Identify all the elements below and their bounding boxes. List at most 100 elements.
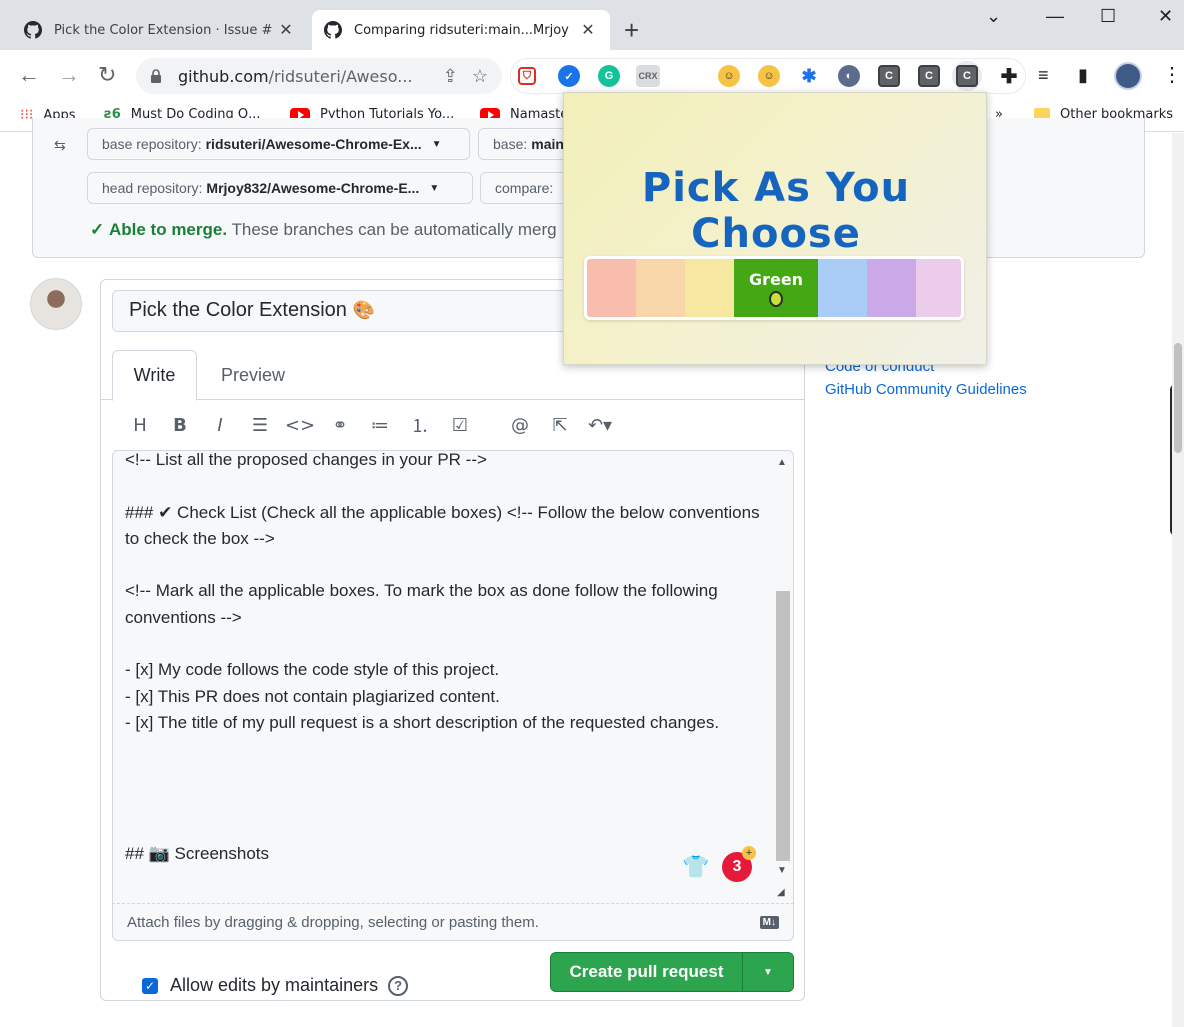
select-value: Mrjoy832/Awesome-Chrome-E...: [206, 180, 420, 196]
bold-icon[interactable]: B: [160, 415, 200, 436]
pr-title-value: Pick the Color Extension: [129, 299, 347, 321]
globe-extension-icon[interactable]: ◐: [838, 65, 860, 87]
community-guidelines-link[interactable]: GitHub Community Guidelines: [825, 378, 1027, 401]
pr-body-textarea[interactable]: <!-- List all the proposed changes in yo…: [112, 450, 794, 904]
color-swatch[interactable]: [916, 259, 961, 317]
page-scroll-thumb[interactable]: [1174, 343, 1182, 453]
profile-avatar[interactable]: [1114, 62, 1142, 90]
plus-badge-icon: +: [742, 846, 756, 860]
help-icon[interactable]: ?: [388, 975, 409, 996]
avatar[interactable]: [30, 278, 82, 330]
italic-icon[interactable]: I: [200, 415, 240, 436]
task-list-icon[interactable]: ☑: [440, 415, 480, 436]
head-repository-select[interactable]: head repository: Mrjoy832/Awesome-Chrome…: [87, 172, 473, 204]
reference-icon[interactable]: ⇱: [540, 415, 580, 436]
maximize-icon[interactable]: ☐: [1100, 6, 1116, 27]
check-extension-icon[interactable]: ✓: [558, 65, 580, 87]
caret-down-icon: ▼: [429, 182, 440, 194]
url-text: github.com/ridsuteri/Aweso...: [178, 67, 443, 86]
link-icon[interactable]: ⚭: [320, 415, 360, 436]
tab-write[interactable]: Write: [112, 350, 197, 401]
attach-text: Attach files by dragging & dropping, sel…: [127, 914, 539, 931]
mention-icon[interactable]: @: [500, 415, 540, 436]
github-icon: [24, 21, 42, 39]
code-icon[interactable]: <>: [280, 415, 320, 436]
new-tab-icon[interactable]: +: [624, 17, 639, 43]
caret-down-icon[interactable]: ▼: [743, 953, 793, 991]
shirt-icon[interactable]: 👕: [682, 854, 709, 880]
address-bar[interactable]: github.com/ridsuteri/Aweso... ⇪ ☆: [136, 58, 502, 94]
crx-extension-icon[interactable]: CRX: [636, 65, 660, 87]
select-label: head repository:: [102, 180, 203, 196]
editor-line: <!-- List all the proposed changes in yo…: [125, 450, 487, 469]
menu-dots-icon[interactable]: ⋮: [1162, 62, 1182, 88]
heading-icon[interactable]: H: [120, 415, 160, 436]
url-path: /ridsuteri/Aweso...: [268, 66, 413, 86]
textarea-scrollbar[interactable]: ▲ ▼ ◢: [773, 451, 793, 904]
reply-icon[interactable]: ↶▾: [580, 415, 620, 436]
markdown-toolbar: H B I ☰ <> ⚭ ≔ ⒈ ☑ @ ⇱ ↶▾: [120, 410, 620, 440]
c-extension-icon-2[interactable]: C: [918, 65, 940, 87]
tab-compare[interactable]: Comparing ridsuteri:main...Mrjoy ✕: [312, 10, 610, 50]
puzzle-extension-icon[interactable]: ✱: [798, 65, 820, 87]
create-pull-request-button[interactable]: Create pull request ▼: [550, 952, 794, 992]
ordered-list-icon[interactable]: ⒈: [400, 412, 440, 438]
color-swatch-selected[interactable]: Green: [734, 259, 818, 317]
unordered-list-icon[interactable]: ≔: [360, 415, 400, 436]
select-value: main: [531, 136, 564, 152]
allow-edits-checkbox[interactable]: ✓: [142, 977, 158, 994]
create-button-label[interactable]: Create pull request: [551, 953, 743, 991]
github-icon: [324, 21, 342, 39]
merge-ok-text: Able to merge.: [108, 220, 228, 239]
color-swatch[interactable]: [818, 259, 867, 317]
color-swatch[interactable]: [587, 259, 636, 317]
window-close-icon[interactable]: ✕: [1158, 6, 1173, 27]
face-extension-icon[interactable]: ☺: [718, 65, 740, 87]
editor-line: ### ✔ Check List (Check all the applicab…: [125, 502, 765, 548]
scroll-thumb[interactable]: [776, 591, 790, 861]
apple-icon: [769, 290, 783, 307]
reload-icon[interactable]: ↻: [98, 62, 116, 88]
c-extension-icon[interactable]: C: [878, 65, 900, 87]
resize-handle-icon[interactable]: ◢: [777, 887, 785, 898]
attach-files-bar[interactable]: Attach files by dragging & dropping, sel…: [112, 903, 794, 941]
tab-strip: Pick the Color Extension · Issue # ✕ Com…: [0, 0, 1184, 50]
base-repository-select[interactable]: base repository: ridsuteri/Awesome-Chrom…: [87, 128, 470, 160]
color-swatch[interactable]: [867, 259, 916, 317]
editor-line: <!-- Mark all the applicable boxes. To m…: [125, 581, 723, 627]
back-arrow-icon[interactable]: ←: [18, 62, 40, 88]
caret-down-icon: ▼: [431, 138, 442, 150]
tab-search-icon[interactable]: ⌄: [986, 6, 1001, 27]
close-icon[interactable]: ✕: [276, 20, 296, 40]
tab-label: Comparing ridsuteri:main...Mrjoy: [354, 22, 569, 38]
side-panel-icon[interactable]: ▮: [1078, 62, 1088, 88]
palette-emoji-icon: 🎨: [352, 300, 375, 320]
minimize-icon[interactable]: —: [1046, 6, 1064, 27]
markdown-icon[interactable]: M↓: [759, 916, 779, 929]
allow-edits-label: Allow edits by maintainers: [170, 975, 379, 995]
color-swatch[interactable]: [636, 259, 685, 317]
page-scrollbar[interactable]: [1172, 133, 1184, 1027]
media-queue-icon[interactable]: ≡: [1038, 62, 1049, 88]
shield-extension-icon[interactable]: ⛉: [518, 67, 536, 85]
scroll-down-icon[interactable]: ▼: [777, 865, 787, 876]
select-label: base:: [493, 136, 528, 152]
extensions-puzzle-icon[interactable]: ✚: [998, 65, 1020, 88]
scroll-up-icon[interactable]: ▲: [777, 457, 787, 468]
forward-arrow-icon[interactable]: →: [58, 62, 80, 88]
c-extension-icon-3[interactable]: C: [956, 65, 978, 87]
quote-icon[interactable]: ☰: [240, 415, 280, 436]
color-palette: Green: [584, 256, 964, 320]
tab-preview[interactable]: Preview: [205, 350, 301, 401]
share-icon[interactable]: ⇪: [443, 66, 458, 87]
grammarly-icon[interactable]: G: [598, 65, 620, 87]
close-icon[interactable]: ✕: [578, 20, 598, 40]
merge-status: ✓ Able to merge. These branches can be a…: [90, 220, 557, 240]
face-extension-icon-2[interactable]: ☺: [758, 65, 780, 87]
color-swatch[interactable]: [685, 259, 734, 317]
bookmark-star-icon[interactable]: ☆: [472, 66, 488, 87]
tab-issue[interactable]: Pick the Color Extension · Issue # ✕: [12, 10, 308, 50]
